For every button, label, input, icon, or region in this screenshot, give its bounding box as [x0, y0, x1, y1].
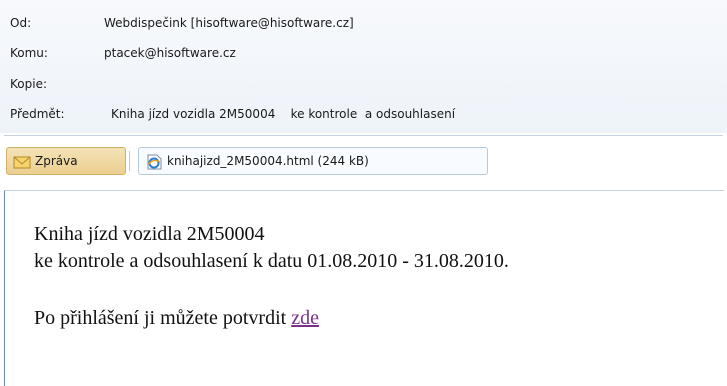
attachment-bar: Zpráva knihajizd_2M50004.html (244 kB): [0, 143, 727, 179]
from-value[interactable]: Webdispečink [hisoftware@hisoftware.cz]: [104, 12, 354, 34]
subject-label: Předmět:: [10, 107, 65, 121]
to-value[interactable]: ptacek@hisoftware.cz: [104, 42, 236, 64]
cc-row: Kopie:: [0, 73, 727, 95]
to-label: Komu:: [10, 46, 48, 60]
ie-html-file-icon: [145, 153, 163, 170]
from-label: Od:: [10, 16, 32, 30]
to-row: Komu: ptacek@hisoftware.cz: [0, 42, 727, 64]
message-body: Kniha jízd vozidla 2M50004 ke kontrole a…: [4, 190, 724, 386]
subject-value: Kniha jízd vozidla 2M50004 ke kontrole a…: [111, 107, 456, 121]
subject-row: Předmět: Kniha jízd vozidla 2M50004 ke k…: [0, 103, 727, 125]
header-divider: [4, 135, 723, 136]
message-tab-label: Zpráva: [35, 154, 78, 168]
cc-label: Kopie:: [10, 77, 47, 91]
body-line-3-text: Po přihlášení ji můžete potvrdit: [34, 307, 292, 329]
message-header: Od: Webdispečink [hisoftware@hisoftware.…: [0, 0, 727, 133]
from-row: Od: Webdispečink [hisoftware@hisoftware.…: [0, 12, 727, 34]
body-line-2: ke kontrole a odsouhlasení k datu 01.08.…: [34, 250, 509, 272]
body-line-3: Po přihlášení ji můžete potvrdit zde: [34, 307, 319, 330]
envelope-icon: [13, 153, 31, 169]
body-line-1: Kniha jízd vozidla 2M50004: [34, 223, 265, 245]
attachment-item[interactable]: knihajizd_2M50004.html (244 kB): [138, 147, 488, 175]
confirm-link[interactable]: zde: [291, 307, 319, 329]
message-tab[interactable]: Zpráva: [6, 147, 126, 175]
attachment-label: knihajizd_2M50004.html (244 kB): [167, 154, 369, 168]
toolbar-separator: [129, 151, 130, 171]
